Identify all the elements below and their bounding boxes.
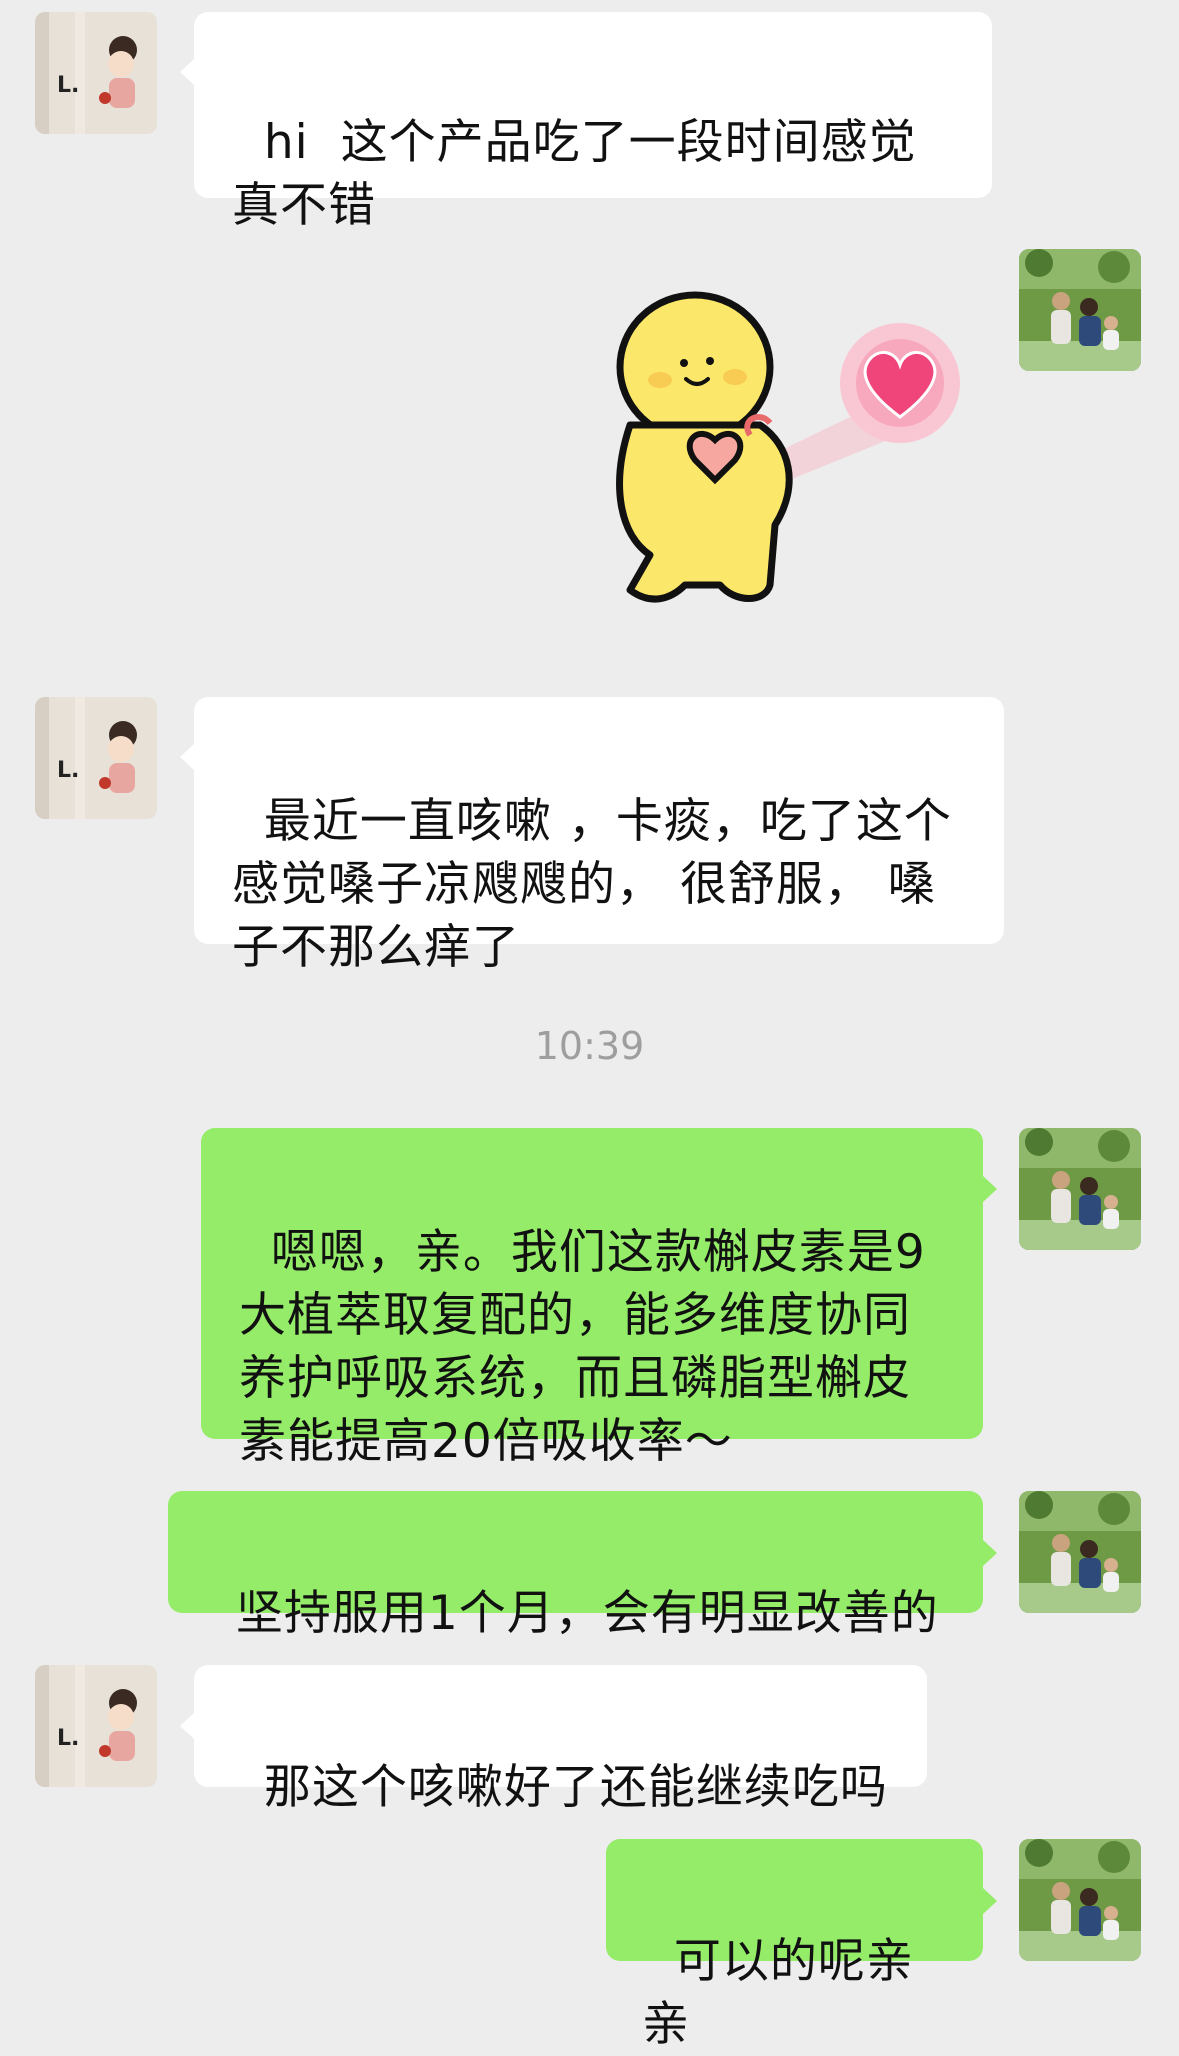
message-text: 最近一直咳嗽 ，卡痰，吃了这个感觉嗓子凉飕飕的， 很舒服， 嗓子不那么痒了	[232, 794, 952, 975]
contact-avatar[interactable]	[35, 12, 157, 134]
cartoon-girl-avatar-icon	[35, 12, 157, 134]
incoming-message-bubble[interactable]: 最近一直咳嗽 ，卡痰，吃了这个感觉嗓子凉飕飕的， 很舒服， 嗓子不那么痒了	[194, 697, 1004, 975]
cartoon-girl-avatar-icon	[35, 697, 157, 819]
yellow-blob-heart-gesture-sticker-icon	[616, 291, 960, 603]
outgoing-message-bubble[interactable]: 坚持服用1个月，会有明显改善的	[168, 1491, 983, 1641]
my-avatar[interactable]	[1019, 1128, 1141, 1250]
message-text: 坚持服用1个月，会有明显改善的	[235, 1586, 939, 1641]
message-text: 可以的呢亲亲	[642, 1934, 914, 2052]
my-avatar[interactable]	[1019, 1839, 1141, 1961]
message-text: 那这个咳嗽好了还能继续吃吗	[263, 1760, 888, 1815]
outgoing-message-bubble[interactable]: 嗯嗯，亲。我们这款槲皮素是9大植萃取复配的，能多维度协同养护呼吸系统，而且磷脂型…	[201, 1128, 983, 1469]
cartoon-girl-avatar-icon	[35, 1665, 157, 1787]
contact-avatar[interactable]	[35, 1665, 157, 1787]
bubble-tail	[180, 744, 194, 770]
family-photo-avatar-icon	[1019, 1491, 1141, 1613]
contact-avatar[interactable]	[35, 697, 157, 819]
my-avatar[interactable]	[1019, 249, 1141, 371]
incoming-message-bubble[interactable]: 那这个咳嗽好了还能继续吃吗	[194, 1665, 927, 1815]
family-photo-avatar-icon	[1019, 1128, 1141, 1250]
message-text: 嗯嗯，亲。我们这款槲皮素是9大植萃取复配的，能多维度协同养护呼吸系统，而且磷脂型…	[239, 1225, 926, 1469]
family-photo-avatar-icon	[1019, 249, 1141, 371]
message-text: hi 这个产品吃了一段时间感觉真不错	[232, 115, 917, 233]
my-avatar[interactable]	[1019, 1491, 1141, 1613]
timestamp: 10:39	[534, 1024, 645, 1068]
bubble-tail	[180, 1713, 194, 1739]
family-photo-avatar-icon	[1019, 1839, 1141, 1961]
bubble-tail	[983, 1176, 997, 1202]
incoming-message-bubble[interactable]: hi 这个产品吃了一段时间感觉真不错	[194, 12, 992, 233]
bubble-tail	[180, 59, 194, 85]
outgoing-message-bubble[interactable]: 可以的呢亲亲	[606, 1839, 983, 2052]
bubble-tail	[983, 1540, 997, 1566]
bubble-tail	[983, 1888, 997, 1914]
yellow-blob-heart-sticker[interactable]	[600, 285, 990, 630]
